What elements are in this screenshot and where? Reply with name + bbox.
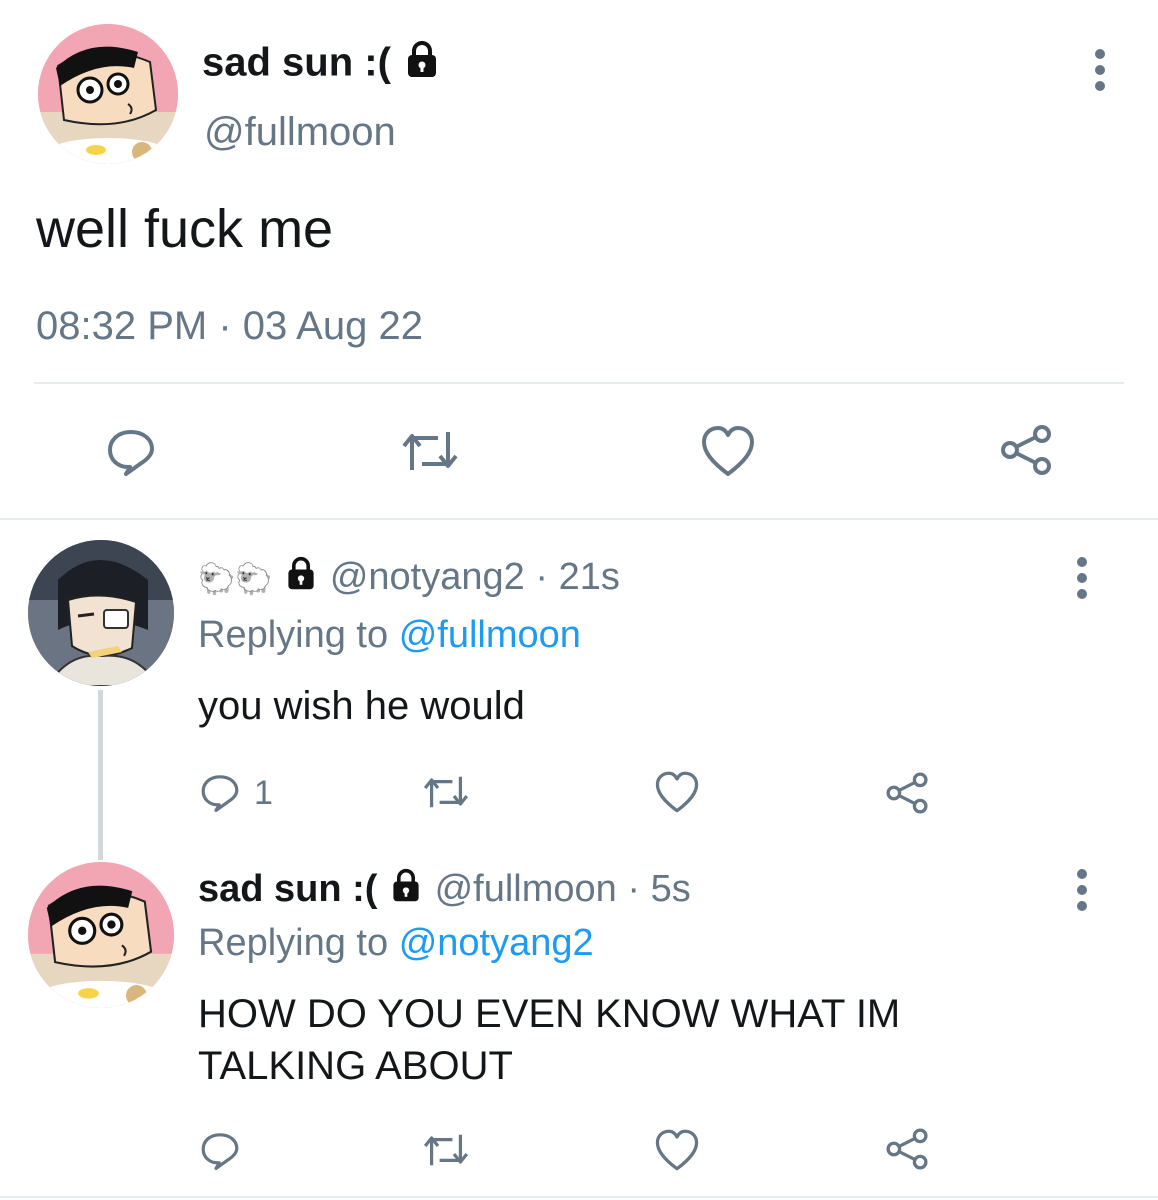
heart-icon[interactable] bbox=[700, 424, 756, 478]
display-name[interactable]: sad sun :( bbox=[202, 41, 391, 85]
avatar-illustration bbox=[28, 540, 174, 686]
retweet-icon[interactable] bbox=[398, 426, 462, 476]
avatar[interactable] bbox=[28, 862, 174, 1008]
more-vertical-icon[interactable] bbox=[1072, 868, 1092, 912]
replying-to-link[interactable]: @notyang2 bbox=[399, 922, 594, 964]
reply-time: 5s bbox=[650, 868, 691, 911]
tweet-timestamp: 08:32 PM · 03 Aug 22 bbox=[36, 304, 423, 348]
display-name-emoji[interactable]: 🐑🐑 bbox=[198, 563, 273, 596]
section-divider bbox=[0, 1196, 1158, 1198]
retweet-icon[interactable] bbox=[420, 1130, 472, 1170]
divider bbox=[34, 382, 1124, 384]
reply-icon[interactable] bbox=[200, 1130, 240, 1170]
handle[interactable]: @fullmoon bbox=[435, 868, 617, 910]
lock-icon bbox=[402, 40, 442, 90]
section-divider bbox=[0, 518, 1158, 520]
handle[interactable]: @notyang2 bbox=[330, 556, 525, 598]
share-icon[interactable] bbox=[884, 1126, 930, 1172]
share-icon[interactable] bbox=[884, 770, 930, 816]
more-vertical-icon[interactable] bbox=[1072, 556, 1092, 600]
avatar[interactable] bbox=[38, 24, 178, 164]
tweet-text: well fuck me bbox=[36, 199, 334, 259]
lock-icon bbox=[283, 556, 319, 602]
avatar-illustration bbox=[28, 862, 174, 1008]
handle[interactable]: @fullmoon bbox=[204, 110, 396, 155]
more-vertical-icon[interactable] bbox=[1090, 48, 1110, 92]
heart-icon[interactable] bbox=[654, 770, 700, 814]
reply-time: 21s bbox=[558, 556, 620, 599]
reply-icon[interactable] bbox=[200, 772, 240, 812]
reply-count: 1 bbox=[254, 774, 273, 812]
separator: · bbox=[627, 868, 641, 911]
replying-label: Replying to bbox=[198, 922, 389, 964]
heart-icon[interactable] bbox=[654, 1128, 700, 1172]
thread-line bbox=[98, 690, 103, 860]
retweet-icon[interactable] bbox=[420, 772, 472, 812]
replying-to-link[interactable]: @fullmoon bbox=[399, 614, 581, 656]
reply-text: you wish he would bbox=[198, 684, 525, 728]
display-name[interactable]: sad sun :( bbox=[198, 868, 377, 910]
reply-text-line-2: TALKING ABOUT bbox=[198, 1044, 513, 1088]
share-icon[interactable] bbox=[998, 422, 1054, 478]
reply-text-line-1: HOW DO YOU EVEN KNOW WHAT IM bbox=[198, 992, 901, 1036]
replying-label: Replying to bbox=[198, 614, 389, 656]
separator: · bbox=[535, 556, 548, 599]
avatar[interactable] bbox=[28, 540, 174, 686]
reply-icon[interactable] bbox=[106, 426, 156, 476]
lock-icon bbox=[388, 868, 424, 914]
avatar-illustration bbox=[38, 24, 178, 164]
